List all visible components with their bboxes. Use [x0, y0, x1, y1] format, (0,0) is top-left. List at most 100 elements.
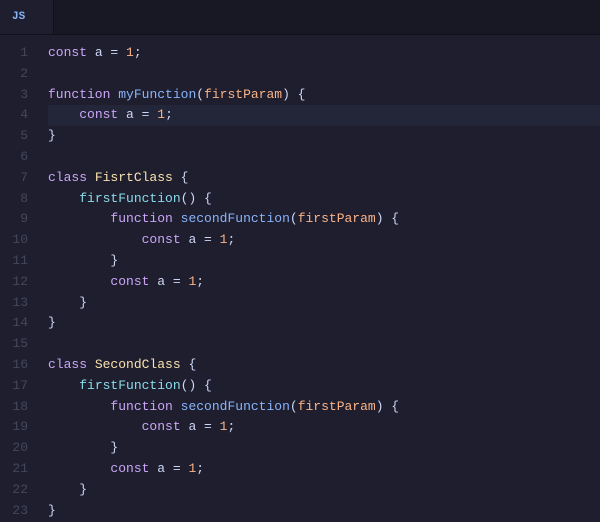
line-number: 11: [8, 251, 28, 272]
line-number: 18: [8, 397, 28, 418]
line-number: 4: [8, 105, 28, 126]
token: }: [79, 480, 87, 501]
line-number: 2: [8, 64, 28, 85]
line-number: 8: [8, 189, 28, 210]
line-number: 15: [8, 334, 28, 355]
token: a: [118, 105, 141, 126]
token: firstParam: [298, 397, 376, 418]
token: () {: [181, 189, 212, 210]
line-number: 17: [8, 376, 28, 397]
token: }: [48, 501, 56, 522]
token: 1: [126, 43, 134, 64]
line-number: 13: [8, 293, 28, 314]
code-line: class FisrtClass {: [48, 168, 600, 189]
code-area[interactable]: const a = 1; function myFunction(firstPa…: [40, 35, 600, 522]
token: 1: [188, 272, 196, 293]
token: ) {: [376, 397, 399, 418]
token: const: [48, 43, 87, 64]
token: [48, 480, 79, 501]
token: (: [196, 85, 204, 106]
code-line: function secondFunction(firstParam) {: [48, 209, 600, 230]
token: class: [48, 355, 87, 376]
editor-body: 1234567891011121314151617181920212223 co…: [0, 35, 600, 522]
token: [48, 251, 110, 272]
token: [48, 459, 110, 480]
code-line: }: [48, 313, 600, 334]
token: ;: [227, 417, 235, 438]
code-line: [48, 147, 600, 168]
token: 1: [220, 417, 228, 438]
token: [87, 355, 95, 376]
token: a =: [149, 459, 188, 480]
line-number: 7: [8, 168, 28, 189]
line-number: 5: [8, 126, 28, 147]
code-line: }: [48, 126, 600, 147]
line-number: 14: [8, 313, 28, 334]
line-number: 21: [8, 459, 28, 480]
token: 1: [220, 230, 228, 251]
token: }: [48, 126, 56, 147]
token: secondFunction: [181, 209, 290, 230]
token: {: [173, 168, 189, 189]
token: [110, 85, 118, 106]
token: [173, 397, 181, 418]
code-line: }: [48, 251, 600, 272]
line-number: 1: [8, 43, 28, 64]
token: [48, 293, 79, 314]
token: }: [79, 293, 87, 314]
token: class: [48, 168, 87, 189]
token: const: [110, 459, 149, 480]
token: FisrtClass: [95, 168, 173, 189]
code-line: const a = 1;: [48, 417, 600, 438]
code-line: [48, 334, 600, 355]
token: }: [110, 251, 118, 272]
token: [149, 105, 157, 126]
token: =: [142, 105, 150, 126]
token: firstFunction: [79, 189, 180, 210]
token: const: [79, 105, 118, 126]
code-line: function myFunction(firstParam) {: [48, 85, 600, 106]
line-number: 23: [8, 501, 28, 522]
token: const: [142, 417, 181, 438]
token: function: [48, 85, 110, 106]
token: [48, 438, 110, 459]
line-number: 12: [8, 272, 28, 293]
token: [48, 209, 110, 230]
token: function: [110, 209, 172, 230]
code-line: const a = 1;: [48, 459, 600, 480]
token: a =: [181, 417, 220, 438]
token: a =: [149, 272, 188, 293]
line-number: 20: [8, 438, 28, 459]
line-number: 10: [8, 230, 28, 251]
token: 1: [157, 105, 165, 126]
token: () {: [181, 376, 212, 397]
token: [48, 230, 142, 251]
token: ;: [196, 459, 204, 480]
token: function: [110, 397, 172, 418]
code-line: function secondFunction(firstParam) {: [48, 397, 600, 418]
token: [48, 376, 79, 397]
line-numbers: 1234567891011121314151617181920212223: [0, 35, 40, 522]
code-line: const a = 1;: [48, 105, 600, 126]
code-line: const a = 1;: [48, 272, 600, 293]
token: const: [110, 272, 149, 293]
active-tab[interactable]: JS: [0, 0, 54, 34]
token: firstFunction: [79, 376, 180, 397]
token: [48, 397, 110, 418]
code-line: }: [48, 438, 600, 459]
code-line: const a = 1;: [48, 43, 600, 64]
line-number: 19: [8, 417, 28, 438]
token: const: [142, 230, 181, 251]
code-line: }: [48, 480, 600, 501]
code-line: }: [48, 293, 600, 314]
token: (: [290, 397, 298, 418]
code-line: [48, 64, 600, 85]
token: [48, 189, 79, 210]
token: a =: [87, 43, 126, 64]
token: [48, 105, 79, 126]
line-number: 22: [8, 480, 28, 501]
token: secondFunction: [181, 397, 290, 418]
token: [48, 417, 142, 438]
token: }: [48, 313, 56, 334]
line-number: 3: [8, 85, 28, 106]
